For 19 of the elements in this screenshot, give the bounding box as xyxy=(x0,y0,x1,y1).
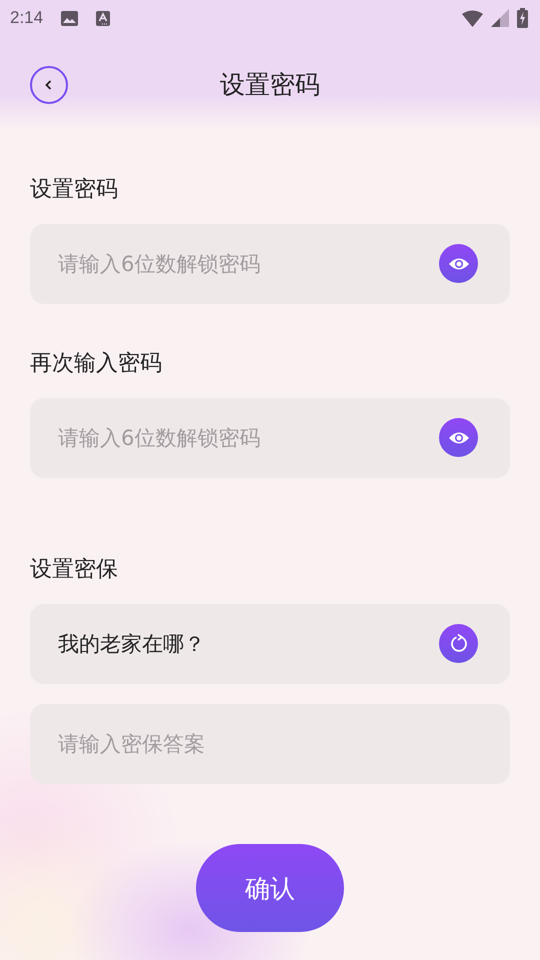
wifi-icon xyxy=(462,10,483,26)
eye-icon xyxy=(448,430,470,444)
password-field[interactable]: 请输入6位数解锁密码 xyxy=(30,398,510,478)
page-title: 设置密码 xyxy=(220,68,320,100)
signal-icon xyxy=(491,9,509,27)
password-field[interactable]: 请输入6位数解锁密码 xyxy=(30,224,510,304)
battery-icon xyxy=(517,8,528,28)
field-label: 设置密保 xyxy=(30,556,119,584)
back-button[interactable] xyxy=(30,66,68,104)
image-icon xyxy=(61,10,78,26)
field-label: 设置密码 xyxy=(30,176,119,204)
field-label: 再次输入密码 xyxy=(30,350,163,378)
security-question-field[interactable]: 我的老家在哪？ xyxy=(30,604,510,684)
confirm-button[interactable]: 确认 xyxy=(196,844,344,932)
refresh-icon xyxy=(448,634,468,654)
status-time: 2:14 xyxy=(10,8,44,28)
answer-field[interactable]: 请输入密保答案 xyxy=(30,704,510,784)
eye-icon xyxy=(448,256,470,270)
text-icon xyxy=(96,10,110,26)
